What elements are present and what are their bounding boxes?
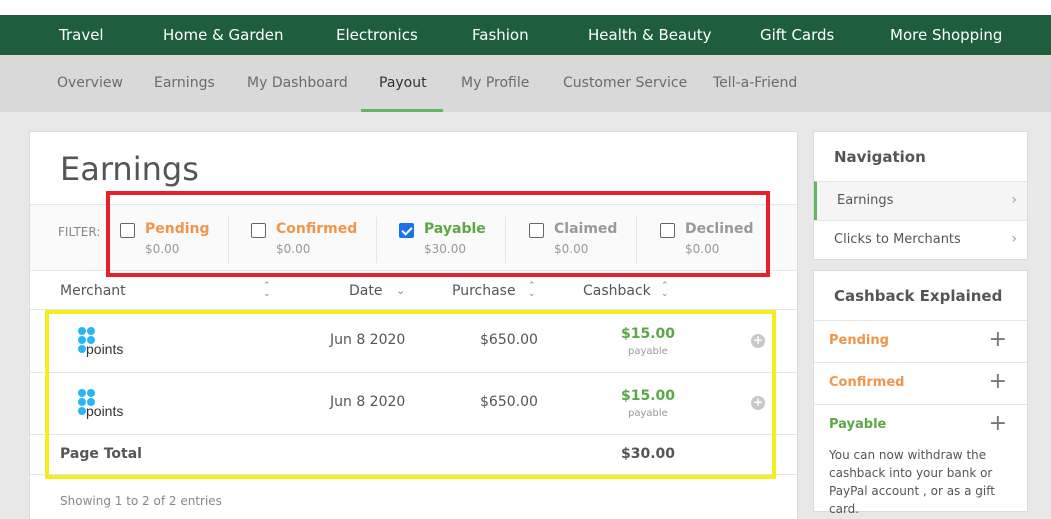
tab-overview[interactable]: Overview: [57, 55, 123, 112]
nav-item-label: Clicks to Merchants: [834, 232, 961, 247]
nav-item-clicks-to-merchants[interactable]: Clicks to Merchants ›: [814, 220, 1027, 259]
account-subnav: Overview Earnings My Dashboard Payout My…: [0, 55, 1051, 112]
table-header: Merchant ⌃ ⌄ Date ⌄ Purchase ⌃ ⌄ Cashback …: [30, 272, 797, 310]
cashback-item-label: Confirmed: [829, 375, 905, 390]
column-purchase[interactable]: Purchase: [452, 283, 516, 299]
plus-icon[interactable]: +: [989, 327, 1007, 352]
cashback-item-confirmed[interactable]: Confirmed +: [814, 362, 1027, 404]
tab-earnings[interactable]: Earnings: [154, 55, 215, 112]
category-health-beauty[interactable]: Health & Beauty: [588, 15, 711, 55]
filter-label: FILTER:: [58, 225, 101, 239]
top-strip: [0, 0, 1051, 15]
navigation-title: Navigation: [834, 148, 926, 166]
nav-item-label: Earnings: [837, 193, 894, 208]
page-title: Earnings: [60, 150, 199, 188]
plus-icon[interactable]: +: [989, 369, 1007, 394]
sort-icon[interactable]: ⌃ ⌄: [528, 282, 536, 299]
payable-description: You can now withdraw the cashback into y…: [829, 448, 995, 516]
category-more-shopping[interactable]: More Shopping: [890, 15, 1002, 55]
category-nav: Travel Home & Garden Electronics Fashion…: [0, 15, 1051, 55]
navigation-panel: Navigation Earnings › Clicks to Merchant…: [813, 131, 1028, 260]
cashback-explained-panel: Cashback Explained Pending + Confirmed +…: [813, 270, 1028, 516]
entries-info: Showing 1 to 2 of 2 entries: [60, 494, 222, 508]
nav-item-earnings[interactable]: Earnings ›: [814, 181, 1027, 220]
cashback-item-label: Pending: [829, 333, 889, 348]
column-merchant[interactable]: Merchant: [60, 283, 126, 299]
sort-desc-icon[interactable]: ⌄: [396, 285, 405, 296]
category-home-garden[interactable]: Home & Garden: [163, 15, 284, 55]
column-date[interactable]: Date: [349, 283, 382, 299]
cashback-explained-title: Cashback Explained: [834, 287, 1003, 305]
tab-payout[interactable]: Payout: [379, 55, 427, 112]
rows-highlight-box: [45, 310, 776, 479]
tab-my-dashboard[interactable]: My Dashboard: [247, 55, 348, 112]
active-tab-indicator: [361, 109, 443, 112]
sort-icon[interactable]: ⌃ ⌄: [263, 282, 271, 299]
category-fashion[interactable]: Fashion: [472, 15, 529, 55]
category-electronics[interactable]: Electronics: [336, 15, 418, 55]
cashback-item-pending[interactable]: Pending +: [814, 320, 1027, 362]
column-cashback[interactable]: Cashback: [583, 283, 651, 299]
tab-my-profile[interactable]: My Profile: [461, 55, 529, 112]
category-gift-cards[interactable]: Gift Cards: [760, 15, 834, 55]
tab-tell-a-friend[interactable]: Tell-a-Friend: [713, 55, 797, 112]
cashback-item-label: Payable: [829, 417, 887, 432]
tab-customer-service[interactable]: Customer Service: [563, 55, 687, 112]
cashback-item-payable[interactable]: Payable +: [814, 404, 1027, 446]
sort-icon[interactable]: ⌃ ⌄: [661, 282, 669, 299]
chevron-right-icon: ›: [1011, 192, 1017, 208]
plus-icon[interactable]: +: [989, 411, 1007, 436]
filter-highlight-box: [106, 191, 770, 277]
category-travel[interactable]: Travel: [59, 15, 104, 55]
chevron-right-icon: ›: [1011, 231, 1017, 247]
